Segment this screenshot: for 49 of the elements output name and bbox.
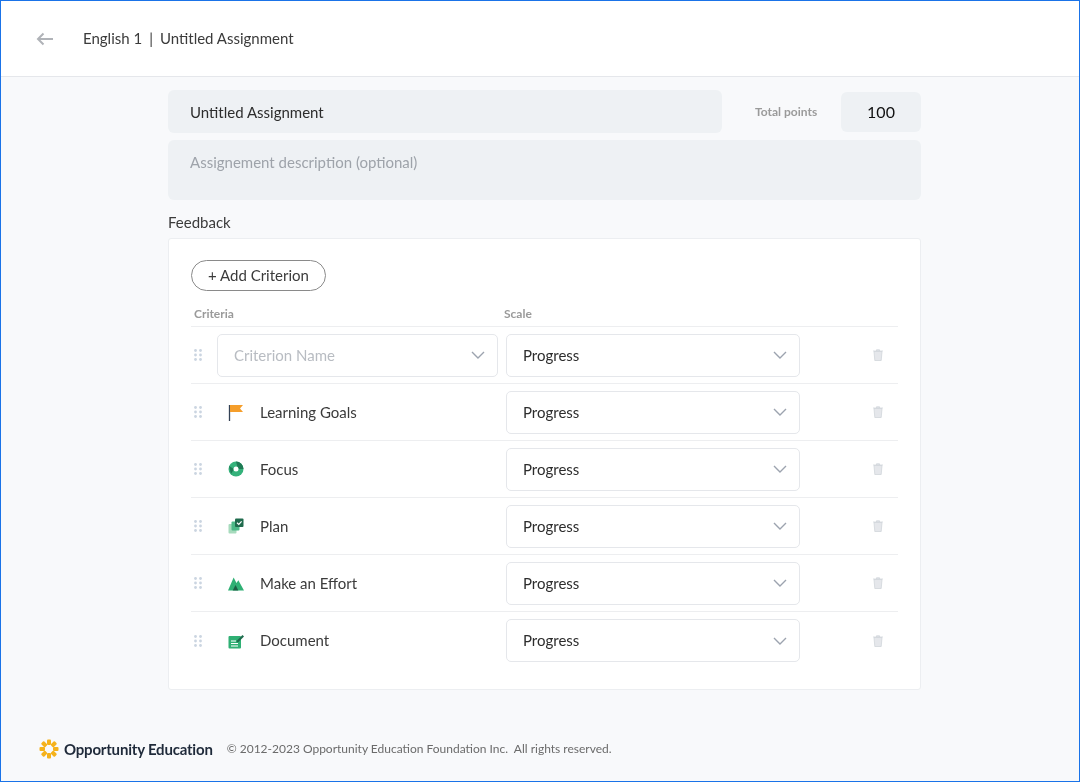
copyright-text: © 2012-2023 Opportunity Education Foundation Inc. All rights reserved.	[226, 739, 612, 758]
drag-handle-icon[interactable]	[194, 349, 202, 361]
chevron-down-icon	[773, 351, 787, 359]
flag-icon	[228, 403, 244, 421]
chevron-down-icon	[773, 465, 787, 473]
scale-dropdown[interactable]: Progress	[506, 333, 800, 377]
trash-icon[interactable]	[873, 577, 883, 589]
chevron-down-icon	[773, 408, 787, 416]
scale-dropdown[interactable]: Progress	[506, 504, 800, 548]
trash-icon[interactable]	[873, 349, 883, 361]
criterion-name: Focus	[260, 458, 299, 480]
sunburst-logo-icon	[39, 738, 59, 759]
trash-icon[interactable]	[873, 634, 883, 647]
breadcrumb-separator: |	[149, 28, 153, 50]
column-header: Scale	[504, 305, 532, 323]
criterion-name: Plan	[260, 515, 289, 537]
column-header: Criteria	[194, 305, 235, 323]
drag-handle-icon[interactable]	[194, 463, 202, 475]
section-label: Feedback	[168, 212, 232, 232]
title-field[interactable]: Untitled Assignment	[168, 90, 722, 133]
drag-handle-icon[interactable]	[194, 634, 202, 647]
criterion-name: Make an Effort	[260, 572, 358, 594]
drag-handle-icon[interactable]	[194, 520, 202, 532]
criterion-name: Document	[260, 630, 330, 652]
criterion-name: Learning Goals	[260, 401, 357, 423]
chevron-down-icon	[773, 579, 787, 587]
back-arrow-icon[interactable]	[36, 31, 54, 46]
page-title: Untitled Assignment	[159, 28, 294, 50]
scale-dropdown[interactable]: Progress	[506, 561, 800, 605]
edit-note-icon	[228, 632, 244, 649]
drag-handle-icon[interactable]	[194, 406, 202, 418]
brand-name: Opportunity Education	[64, 738, 213, 760]
total-points-label: Total points	[755, 102, 819, 121]
scale-dropdown[interactable]: Progress	[506, 619, 800, 662]
trash-icon[interactable]	[873, 406, 883, 418]
description-field[interactable]: Assignement description (optional)	[168, 140, 921, 200]
trash-icon[interactable]	[873, 520, 883, 532]
chevron-down-icon	[471, 351, 485, 359]
scale-dropdown[interactable]: Progress	[506, 447, 800, 491]
scale-dropdown[interactable]: Progress	[506, 390, 800, 434]
chevron-down-icon	[773, 522, 787, 530]
aperture-icon	[228, 461, 244, 477]
drag-handle-icon[interactable]	[194, 577, 202, 589]
mountain-icon	[228, 575, 244, 591]
points-field[interactable]: 100	[841, 91, 921, 132]
trash-icon[interactable]	[873, 463, 883, 475]
chevron-down-icon	[773, 636, 787, 645]
stacked-cards-icon	[228, 518, 244, 534]
course-name: English 1	[83, 28, 143, 50]
